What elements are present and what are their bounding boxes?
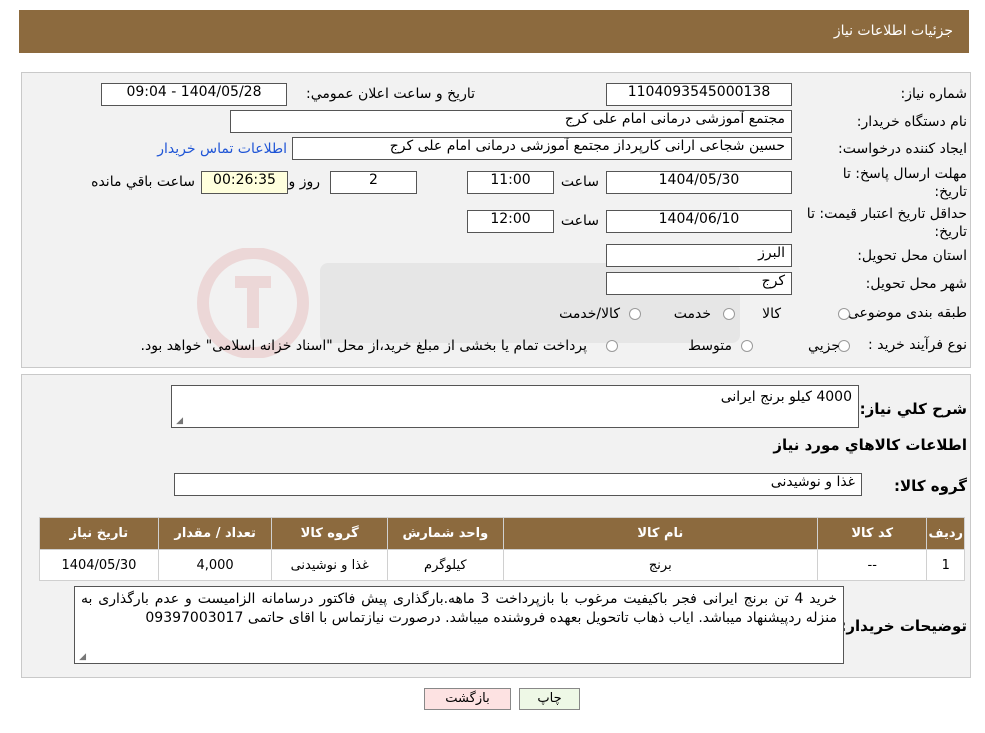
process-note: پرداخت تمام یا بخشی از مبلغ خرید،از محل … xyxy=(140,338,587,354)
buyer-org-label: نام دستگاه خریدار: xyxy=(856,114,967,130)
col-header-row-number: رديف xyxy=(926,517,965,550)
col-header-item-group: گروه کالا xyxy=(271,517,388,550)
city-label: شهر محل تحویل: xyxy=(865,276,967,292)
col-header-item-name: نام کالا xyxy=(502,517,818,550)
process-radio-treasury[interactable] xyxy=(606,340,618,352)
summary-text: 4000 کیلو برنج ایرانی xyxy=(720,389,852,405)
announce-field: 1404/05/28 - 09:04 xyxy=(101,83,287,106)
province-label: استان محل تحویل: xyxy=(857,248,967,264)
resize-grip-icon: ◢ xyxy=(79,652,86,662)
requester-label: ایجاد کننده درخواست: xyxy=(838,141,967,157)
city-field: کرج xyxy=(606,272,792,295)
page-header: جزئیات اطلاعات نیاز xyxy=(19,10,969,53)
process-radio-medium[interactable] xyxy=(741,340,753,352)
buyer-notes-label: توضیحات خریدار: xyxy=(840,617,967,635)
col-header-item-code: کد کالا xyxy=(816,517,928,550)
deadline-time-field: 11:00 xyxy=(467,171,554,194)
col-header-need-date: تاریخ نیاز xyxy=(39,517,159,550)
cell-item-group: غذا و نوشیدنی xyxy=(271,549,388,581)
table-row: 1 -- برنج کیلوگرم غذا و نوشیدنی 4,000 14… xyxy=(39,549,965,581)
announce-label: تاریخ و ساعت اعلان عمومي: xyxy=(306,86,475,102)
validity-time-label: ساعت xyxy=(560,213,599,229)
goods-group-label: گروه کالا: xyxy=(894,477,967,495)
deadline-time-label: ساعت xyxy=(560,174,599,190)
summary-textarea[interactable]: 4000 کیلو برنج ایرانی ◢ xyxy=(171,385,859,428)
cell-item-name: برنج xyxy=(502,549,818,581)
col-header-unit: واحد شمارش xyxy=(387,517,504,550)
cell-item-code: -- xyxy=(816,549,928,581)
buyer-contact-link[interactable]: اطلاعات تماس خریدار xyxy=(157,141,287,157)
back-button[interactable]: بازگشت xyxy=(424,688,511,710)
buyer-org-field: مجتمع آموزشی درمانی امام علی کرج xyxy=(230,110,792,133)
category-radio-goods[interactable] xyxy=(838,308,850,320)
print-button[interactable]: چاپ xyxy=(519,688,580,710)
process-label: نوع فرآیند خرید : xyxy=(868,337,967,353)
cell-quantity: 4,000 xyxy=(157,549,273,581)
process-option-minor: جزيي xyxy=(808,338,840,354)
validity-date-field: 1404/06/10 xyxy=(606,210,792,233)
province-field: البرز xyxy=(606,244,792,267)
category-option-goods: کالا xyxy=(762,306,781,322)
cell-row-number: 1 xyxy=(926,549,965,581)
buyer-notes-text: خرید 4 تن برنج ایرانی فجر باکیفیت مرغوب … xyxy=(81,591,838,626)
days-field: 2 xyxy=(330,171,417,194)
cell-need-date: 1404/05/30 xyxy=(39,549,159,581)
page-title: جزئیات اطلاعات نیاز xyxy=(833,23,953,39)
category-label: طبقه بندی موضوعی: xyxy=(843,305,967,321)
need-number-field: 1104093545000138 xyxy=(606,83,792,106)
category-option-service: خدمت xyxy=(673,306,711,322)
days-label: روز و xyxy=(288,174,321,190)
category-radio-goods-service[interactable] xyxy=(629,308,641,320)
requester-field: حسین شجاعی ارانی کارپرداز مجتمع آموزشی د… xyxy=(292,137,792,160)
validity-time-field: 12:00 xyxy=(467,210,554,233)
goods-table: رديف کد کالا نام کالا واحد شمارش گروه کا… xyxy=(39,517,965,581)
remaining-time-field: 00:26:35 xyxy=(201,171,288,194)
remaining-label: ساعت باقي مانده xyxy=(91,174,195,190)
category-radio-service[interactable] xyxy=(723,308,735,320)
goods-table-header: رديف کد کالا نام کالا واحد شمارش گروه کا… xyxy=(39,517,965,550)
need-number-label: شماره نیاز: xyxy=(900,86,968,102)
deadline-label-2: تاریخ: xyxy=(934,184,967,200)
col-header-quantity: تعداد / مقدار xyxy=(157,517,273,550)
cell-unit: کیلوگرم xyxy=(387,549,504,581)
validity-label: حداقل تاریخ اعتبار قیمت: تا xyxy=(806,206,967,222)
goods-group-field: غذا و نوشیدنی xyxy=(174,473,862,496)
validity-label-2: تاریخ: xyxy=(934,224,967,240)
goods-info-title: اطلاعات کالاهاي مورد نياز xyxy=(773,436,967,454)
category-option-goods-service: کالا/خدمت xyxy=(559,306,620,322)
buyer-notes-textarea[interactable]: خرید 4 تن برنج ایرانی فجر باکیفیت مرغوب … xyxy=(74,586,844,664)
deadline-date-field: 1404/05/30 xyxy=(606,171,792,194)
process-option-medium: متوسط xyxy=(688,338,732,354)
summary-label: شرح كلي نياز: xyxy=(859,400,967,418)
deadline-label: مهلت ارسال پاسخ: تا xyxy=(842,166,967,182)
resize-grip-icon: ◢ xyxy=(176,416,183,426)
